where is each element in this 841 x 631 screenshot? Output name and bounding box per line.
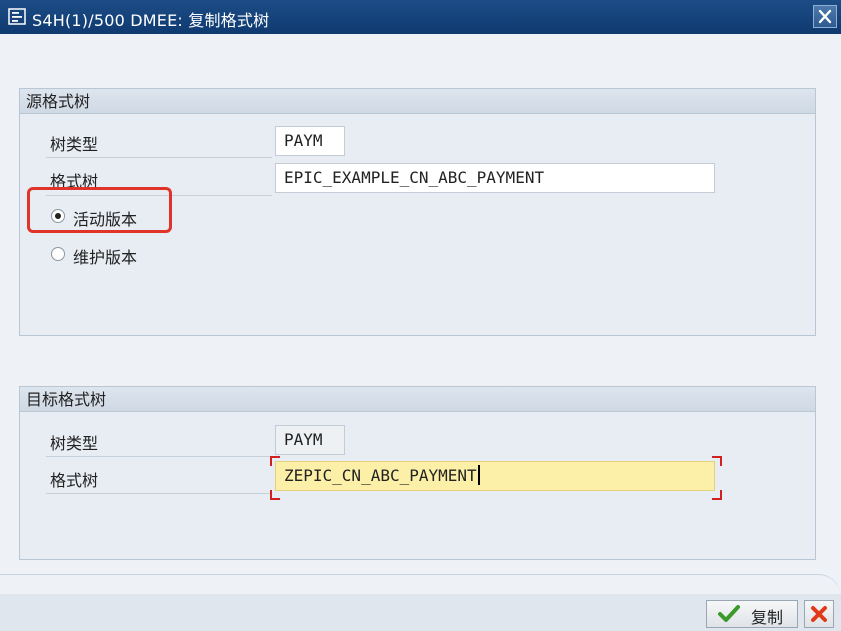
close-icon <box>818 9 832 24</box>
title-bar: S4H(1)/500 DMEE: 复制格式树 <box>0 0 841 34</box>
focus-corner <box>712 456 722 466</box>
divider <box>46 493 272 494</box>
red-highlight-box <box>27 187 172 233</box>
copy-button[interactable]: 复制 <box>706 600 798 628</box>
target-group-header: 目标格式树 <box>20 387 815 412</box>
close-button[interactable] <box>813 5 837 28</box>
focus-corner <box>270 490 280 500</box>
source-tree-type-label: 树类型 <box>50 135 99 154</box>
window-title: S4H(1)/500 DMEE: 复制格式树 <box>32 11 270 30</box>
source-tree-type-field[interactable]: PAYM <box>275 126 345 156</box>
focus-corner <box>270 456 280 466</box>
divider <box>46 157 272 158</box>
source-group-header: 源格式树 <box>20 89 815 114</box>
window-icon <box>8 8 26 25</box>
copy-button-label: 复制 <box>751 608 784 627</box>
checkmark-icon <box>718 605 740 622</box>
target-tree-type-field: PAYM <box>275 425 345 455</box>
copy-format-tree-dialog: S4H(1)/500 DMEE: 复制格式树 源格式树 树类型 PAYM 格式树… <box>0 0 841 629</box>
cancel-button[interactable] <box>804 600 834 628</box>
focus-corner <box>712 490 722 500</box>
target-format-tree-label: 格式树 <box>50 471 99 490</box>
target-format-tree-field[interactable]: ZEPIC_CN_ABC_PAYMENT <box>275 461 715 491</box>
cancel-icon <box>811 606 827 622</box>
source-format-tree-field[interactable]: EPIC_EXAMPLE_CN_ABC_PAYMENT <box>275 163 715 193</box>
divider <box>46 456 272 457</box>
target-tree-type-label: 树类型 <box>50 434 99 453</box>
text-caret <box>477 465 480 485</box>
maintenance-version-radio[interactable] <box>51 247 65 261</box>
maintenance-version-label: 维护版本 <box>73 248 138 267</box>
target-format-tree-value: ZEPIC_CN_ABC_PAYMENT <box>284 466 477 485</box>
